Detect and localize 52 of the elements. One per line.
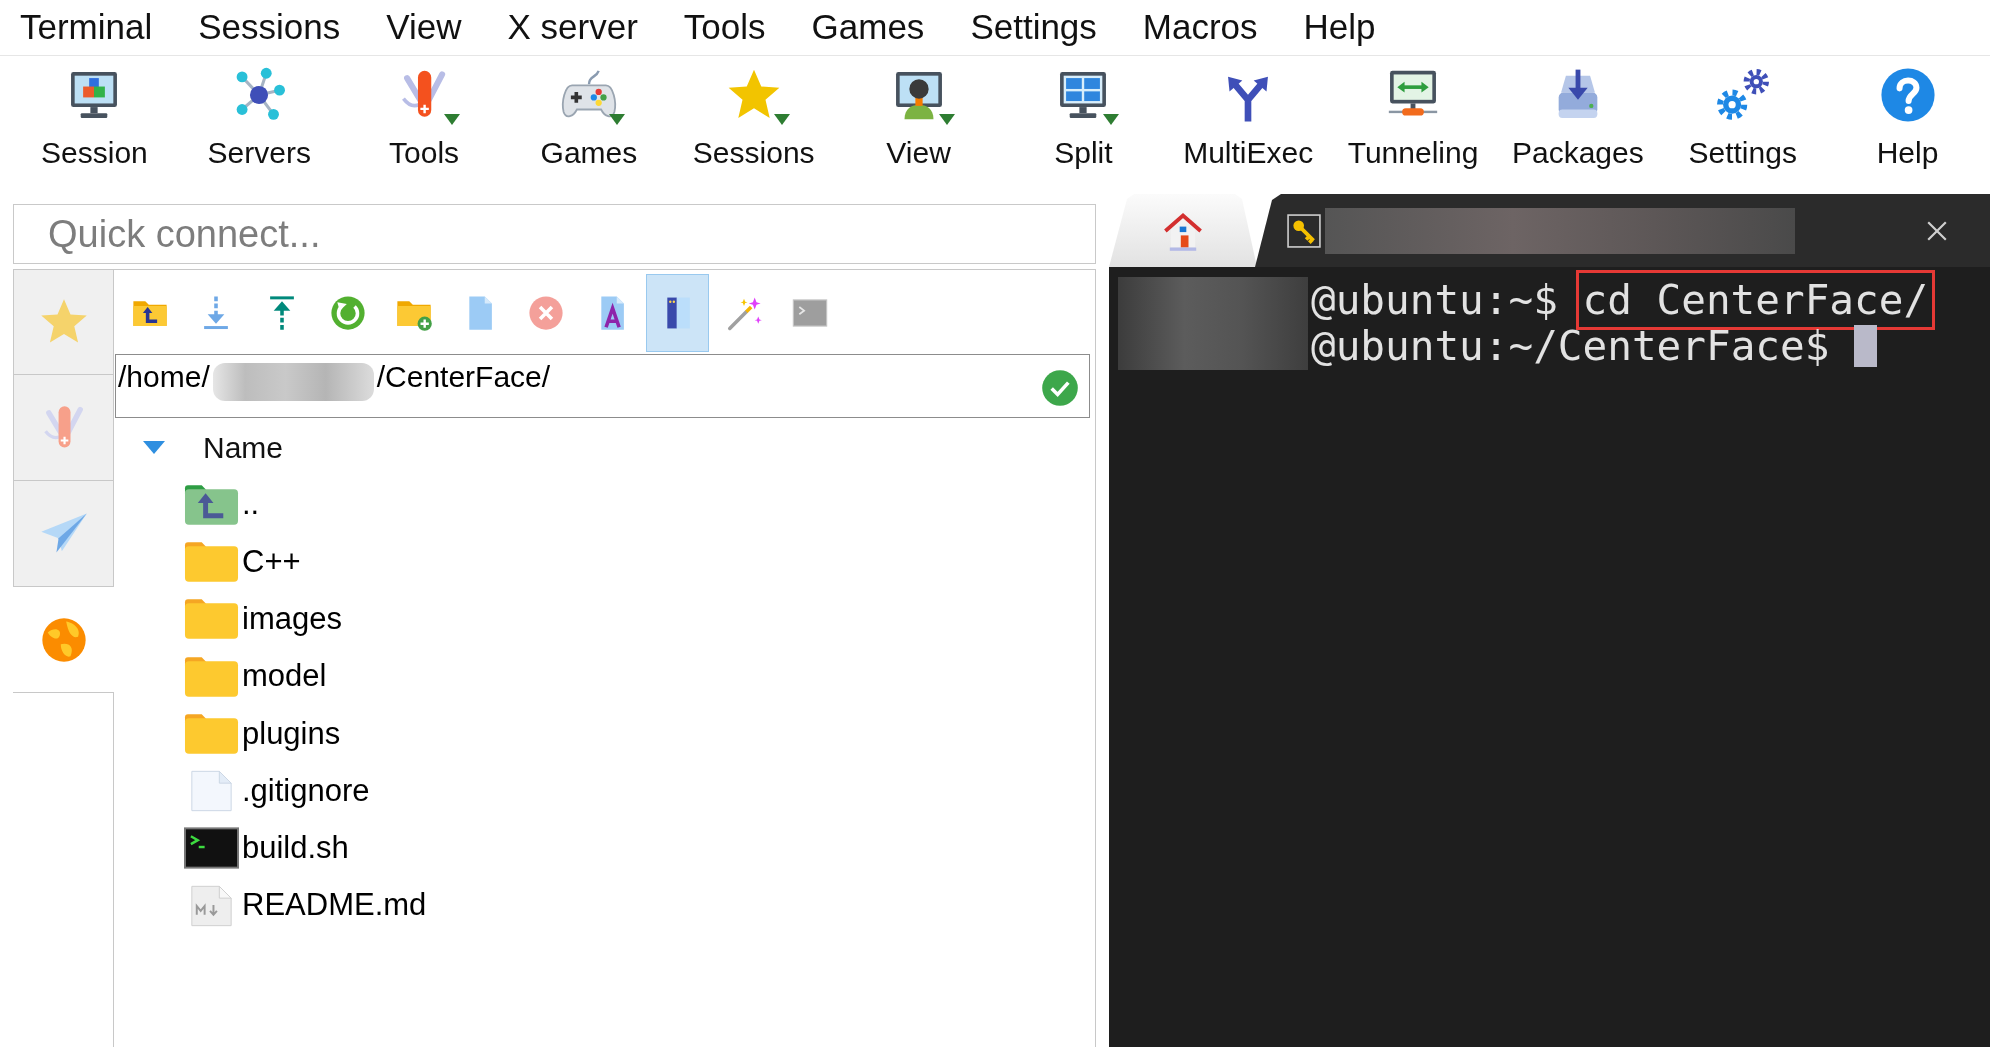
menu-item[interactable]: Sessions: [198, 8, 341, 47]
file-name[interactable]: C++: [242, 538, 301, 586]
delete-icon: [526, 294, 565, 332]
folder-icon: [184, 540, 239, 583]
session-tab[interactable]: [1255, 194, 1990, 267]
close-icon[interactable]: [1926, 219, 1948, 242]
menu-item[interactable]: Macros: [1142, 8, 1258, 47]
menu-item[interactable]: Terminal: [20, 8, 153, 47]
menu-item[interactable]: Tools: [683, 8, 766, 47]
menu-item[interactable]: Settings: [970, 8, 1097, 47]
path-field[interactable]: /home/ /CenterFace/: [115, 354, 1090, 418]
terminal-icon: [184, 827, 239, 870]
help-icon: [1878, 66, 1937, 124]
refresh-icon: [328, 294, 367, 332]
file-name[interactable]: plugins: [242, 710, 341, 758]
toolbar-button[interactable]: Help: [1825, 56, 1990, 174]
file-toolbar-button[interactable]: [646, 274, 709, 352]
folder-icon: [184, 598, 239, 641]
toolbar-button[interactable]: Split: [1000, 56, 1166, 174]
toolbar-button[interactable]: Servers: [176, 56, 342, 174]
toolbar-button[interactable]: Packages: [1495, 56, 1661, 174]
menu-item[interactable]: X server: [507, 8, 638, 47]
folder-icon: [184, 712, 239, 755]
column-header[interactable]: Name: [203, 424, 284, 470]
file-name[interactable]: .gitignore: [242, 767, 370, 815]
toolbar-button[interactable]: Sessions: [671, 56, 837, 174]
menu-item[interactable]: View: [386, 8, 462, 47]
key-icon: [1287, 213, 1321, 248]
file-name[interactable]: model: [242, 653, 327, 700]
toolbar-button[interactable]: Tunneling: [1330, 56, 1496, 174]
sidebar-tab[interactable]: [13, 481, 114, 587]
quick-connect-field[interactable]: Quick connect...: [13, 204, 1096, 264]
file-name[interactable]: build.sh: [242, 825, 349, 872]
command-text: cd CenterFace/: [1575, 270, 1936, 330]
folder-icon: [184, 655, 239, 698]
toolbar-button[interactable]: Session: [12, 56, 177, 174]
path-text: /home/: [118, 359, 210, 395]
toolbar-button[interactable]: Tools: [341, 56, 507, 174]
toolbar-button[interactable]: Games: [506, 56, 672, 174]
sidebar-tab[interactable]: [13, 375, 114, 481]
file-name[interactable]: images: [242, 596, 342, 643]
menu-item[interactable]: Games: [811, 8, 925, 47]
file-name[interactable]: README.md: [242, 882, 427, 929]
folder-up-icon: [184, 483, 239, 526]
prompt-text: @ubuntu:~$: [1311, 277, 1558, 323]
toolbar-button[interactable]: MultiExec: [1165, 56, 1331, 174]
menu-item[interactable]: Help: [1303, 8, 1376, 47]
path-text: /CenterFace/: [376, 359, 551, 395]
sidebar-tab[interactable]: [13, 269, 114, 375]
toolbar-button[interactable]: View: [836, 56, 1001, 174]
file-name[interactable]: ..: [242, 481, 260, 528]
toolbar-button[interactable]: Settings: [1660, 56, 1826, 174]
